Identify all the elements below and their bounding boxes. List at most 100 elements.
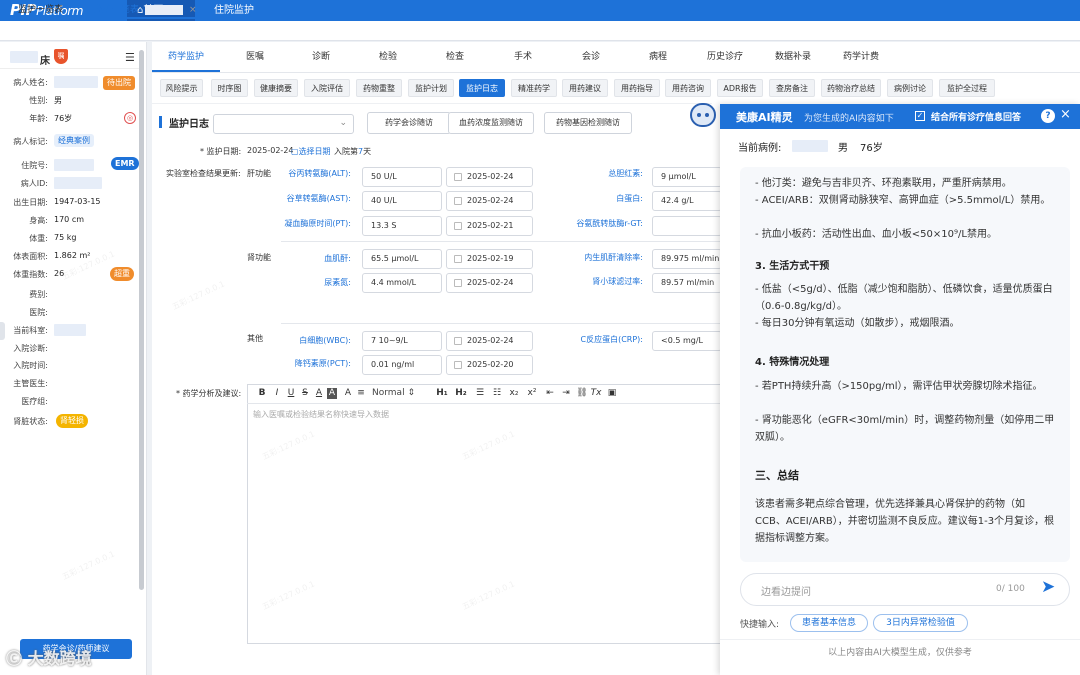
menu-icon[interactable]: ☰ xyxy=(125,51,135,64)
subtab-health-summary[interactable]: 健康摘要 xyxy=(254,79,298,97)
subtab-monitor-plan[interactable]: 监护计划 xyxy=(408,79,454,97)
calendar-icon xyxy=(454,255,462,263)
bun-value-input[interactable]: 4.4 mmol/L xyxy=(362,273,442,293)
alt-value-input[interactable]: 50 U/L xyxy=(362,167,442,187)
wbc-value-input[interactable]: 7 10~9/L xyxy=(362,331,442,351)
ordered-list-icon[interactable]: ☰ xyxy=(474,388,486,398)
subtab-med-advice[interactable]: 用药建议 xyxy=(562,79,608,97)
tab-data-supplement[interactable]: 数据补录 xyxy=(762,50,824,72)
discharge-button[interactable]: 待出院 xyxy=(103,76,135,90)
gene-test-followup-button[interactable]: 药物基因检测随访 xyxy=(544,112,632,134)
subtab-ward-notes[interactable]: 查房备注 xyxy=(769,79,815,97)
alb-value-input[interactable]: 42.4 g/L xyxy=(652,191,722,211)
align-icon[interactable]: ≡ xyxy=(355,388,367,398)
superscript-icon[interactable]: x² xyxy=(526,388,538,398)
subtab-med-inquiry[interactable]: 用药咨询 xyxy=(665,79,711,97)
blood-concentration-followup-button[interactable]: 血药浓度监测随访 xyxy=(448,112,534,134)
combine-info-label[interactable]: 结合所有诊疗信息回答 xyxy=(931,110,1021,123)
bed-label: 床 xyxy=(40,56,50,67)
tbil-value-input[interactable]: 9 μmol/L xyxy=(652,167,722,187)
ccr-value-input[interactable]: 89.975 ml/min xyxy=(652,249,722,269)
subtab-timeline[interactable]: 时序图 xyxy=(211,79,248,97)
bun-date-input[interactable]: 2025-02-24 xyxy=(446,273,533,293)
outdent-icon[interactable]: ⇥ xyxy=(560,388,572,398)
bold-icon[interactable]: B xyxy=(256,388,268,398)
analysis-editor[interactable] xyxy=(247,384,721,644)
tab-pharmacy-monitoring[interactable]: 药学监护 xyxy=(152,50,220,72)
subtab-risk[interactable]: 风险提示 xyxy=(160,79,203,97)
image-icon[interactable]: ▣ xyxy=(606,388,618,398)
highlight-icon[interactable]: A xyxy=(327,388,337,399)
subtab-med-guidance[interactable]: 用药指导 xyxy=(614,79,660,97)
wbc-date-input[interactable]: 2025-02-24 xyxy=(446,331,533,351)
row-patient-id: 病人ID: xyxy=(0,175,139,193)
underline-icon[interactable]: U xyxy=(285,388,297,398)
pct-date-input[interactable]: 2025-02-20 xyxy=(446,355,533,375)
pt-date-input[interactable]: 2025-02-21 xyxy=(446,216,533,236)
indent-icon[interactable]: ⇤ xyxy=(544,388,556,398)
log-template-select[interactable]: ⌄ xyxy=(213,114,354,134)
emr-button[interactable]: EMR xyxy=(111,157,139,170)
row-kidney: 肾脏状态: 肾轻损 xyxy=(0,413,139,431)
scr-value-input[interactable]: 65.5 μmol/L xyxy=(362,249,442,269)
collapse-handle[interactable] xyxy=(0,322,5,340)
quick-chip-patient-info[interactable]: 患者基本信息 xyxy=(790,614,868,632)
ast-date-input[interactable]: 2025-02-24 xyxy=(446,191,533,211)
scr-date-input[interactable]: 2025-02-19 xyxy=(446,249,533,269)
send-icon[interactable]: ➤ xyxy=(1041,577,1055,597)
tab-consultation[interactable]: 会诊 xyxy=(560,50,622,72)
tab-monitor-list[interactable]: 监护一览表 xyxy=(18,0,63,20)
subtab-adr-report[interactable]: ADR报告 xyxy=(717,79,763,97)
pct-value-input[interactable]: 0.01 ng/ml xyxy=(362,355,442,375)
robot-icon[interactable] xyxy=(690,103,716,127)
italic-icon[interactable]: I xyxy=(271,388,283,398)
checkbox-checked-icon[interactable]: ✓ xyxy=(915,111,925,121)
left-panel-scrollbar[interactable] xyxy=(139,50,144,590)
subscript-icon[interactable]: x₂ xyxy=(508,388,520,398)
tab-pharmacy-billing[interactable]: 药学计费 xyxy=(830,50,892,72)
redacted-name xyxy=(54,76,98,88)
link-icon[interactable]: ⛓ xyxy=(576,388,588,398)
font-size-icon[interactable]: A xyxy=(342,388,354,398)
tab-course[interactable]: 病程 xyxy=(627,50,689,72)
alt-date-input[interactable]: 2025-02-24 xyxy=(446,167,533,187)
strikethrough-icon[interactable]: S xyxy=(299,388,311,398)
crp-value-input[interactable]: <0.5 mg/L xyxy=(652,331,722,351)
subtab-therapy-summary[interactable]: 药物治疗总结 xyxy=(821,79,881,97)
tab-lab[interactable]: 检验 xyxy=(357,50,419,72)
bullet-list-icon[interactable]: ☷ xyxy=(491,388,503,398)
tab-diagnosis[interactable]: 诊断 xyxy=(290,50,352,72)
ai-question-input[interactable]: 边看边提问 0/ 100 ➤ xyxy=(740,573,1070,606)
header-2-icon[interactable]: H₂ xyxy=(455,388,467,398)
row-birth: 出生日期: 1947-03-15 xyxy=(13,197,101,207)
subtab-case-discussion[interactable]: 病例讨论 xyxy=(887,79,933,97)
help-icon[interactable]: ? xyxy=(1041,109,1055,123)
tab-exam[interactable]: 检查 xyxy=(424,50,486,72)
subtab-monitor-log[interactable]: 监护日志 xyxy=(459,79,505,97)
clear-format-icon[interactable]: Tx xyxy=(590,388,602,398)
pt-value-input[interactable]: 13.3 S xyxy=(362,216,442,236)
subtab-admission-eval[interactable]: 入院评估 xyxy=(304,79,350,97)
ggt-value-input[interactable] xyxy=(652,216,722,236)
format-select[interactable]: Normal ⇕ xyxy=(372,388,432,398)
tab-history[interactable]: 历史诊疗 xyxy=(694,50,756,72)
tab-surgery[interactable]: 手术 xyxy=(492,50,554,72)
subtab-full-process[interactable]: 监护全过程 xyxy=(939,79,995,97)
row-admission-no: 住院号: EMR xyxy=(0,157,139,175)
close-icon[interactable]: × xyxy=(1060,107,1071,122)
header-1-icon[interactable]: H₁ xyxy=(436,388,448,398)
nav-inpatient-monitoring[interactable]: 住院监护 xyxy=(204,0,264,21)
pharmacy-consult-followup-button[interactable]: 药学会诊随访 xyxy=(367,112,451,134)
select-date-link[interactable]: ▢选择日期 xyxy=(291,146,331,157)
calendar-icon xyxy=(454,173,462,181)
ai-title: 美康AI精灵 xyxy=(736,111,793,124)
row-gender: 性别: 男 xyxy=(29,96,62,105)
egfr-value-input[interactable]: 89.57 ml/min xyxy=(652,273,722,293)
ast-value-input[interactable]: 40 U/L xyxy=(362,191,442,211)
font-color-icon[interactable]: A xyxy=(313,388,325,398)
subtab-precision-pharmacy[interactable]: 精准药学 xyxy=(511,79,557,97)
quick-chip-abnormal-labs[interactable]: 3日内异常检验值 xyxy=(873,614,968,632)
classic-case-tag[interactable]: 经典案例 xyxy=(54,134,94,147)
tab-orders[interactable]: 医嘱 xyxy=(224,50,286,72)
subtab-med-reconciliation[interactable]: 药物重整 xyxy=(356,79,402,97)
